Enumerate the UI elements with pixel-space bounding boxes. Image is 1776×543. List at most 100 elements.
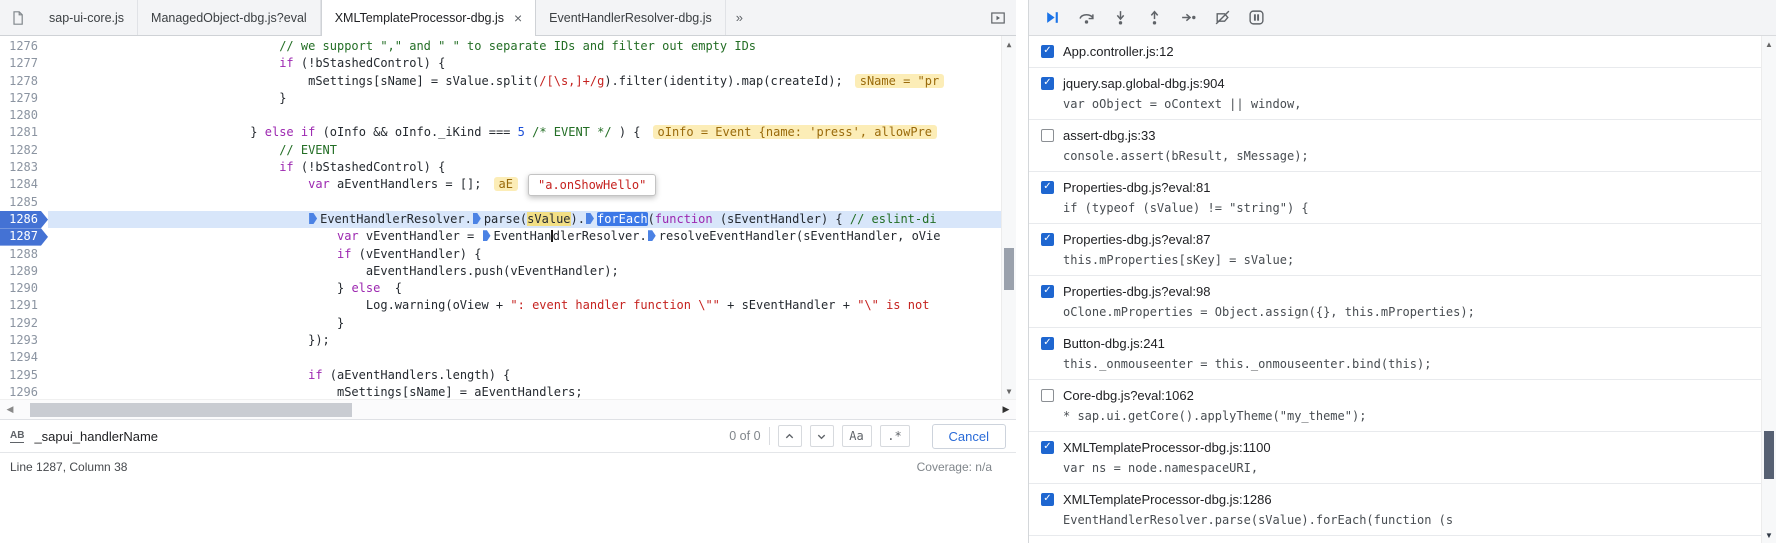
gutter[interactable]: 1276 1277 1278 1279 1280 1281 1282 1283 1284 1285… <box>0 36 48 399</box>
breakpoint-checkbox[interactable]: ✓ <box>1041 232 1054 246</box>
code-line[interactable]: if (vEventHandler) { <box>48 246 1001 263</box>
deactivate-breakpoints-icon[interactable] <box>1209 5 1235 31</box>
pause-on-exceptions-icon[interactable] <box>1243 5 1269 31</box>
breakpoint-entry[interactable]: assert-dbg.js:33 console.assert(bResult, … <box>1029 120 1761 172</box>
step-icon[interactable] <box>1175 5 1201 31</box>
tab-xmltemplateprocessor[interactable]: XMLTemplateProcessor-dbg.js × <box>320 0 537 36</box>
breakpoint-entry[interactable]: ✓ Properties-dbg.js?eval:81 if (typeof (sV… <box>1029 172 1761 224</box>
code-line[interactable]: EventHandlerResolver. parse(sValue). forEa… <box>48 210 1001 229</box>
code-line[interactable]: aEventHandlers.push(vEventHandler); <box>48 263 1001 280</box>
code-line[interactable]: if (!bStashedControl) { <box>48 159 1001 176</box>
tab-managedobject[interactable]: ManagedObject-dbg.js?eval <box>138 0 321 35</box>
code-line[interactable]: } <box>48 315 1001 332</box>
code-editor[interactable]: 1276 1277 1278 1279 1280 1281 1282 1283 1284 1285… <box>0 36 1016 399</box>
breakpoint-checkbox[interactable] <box>1041 128 1054 142</box>
breakpoint-entry[interactable]: ✓ jquery.sap.global-dbg.js:904 var oObject… <box>1029 68 1761 120</box>
inline-breakpoint-icon[interactable] <box>585 212 594 224</box>
tab-sap-ui-core[interactable]: sap-ui-core.js <box>36 0 139 35</box>
inline-breakpoint-icon[interactable] <box>647 230 656 242</box>
regex-button[interactable]: .* <box>879 425 910 447</box>
inline-breakpoint-icon[interactable] <box>472 212 481 224</box>
line-number[interactable]: 1278 <box>0 73 48 90</box>
breakpoint-line-number[interactable]: 1286 <box>0 211 48 228</box>
line-number[interactable]: 1294 <box>0 349 48 366</box>
line-number[interactable]: 1276 <box>0 38 48 55</box>
vertical-scroll-thumb[interactable] <box>1004 248 1014 290</box>
line-number[interactable]: 1293 <box>0 332 48 349</box>
breakpoint-checkbox[interactable]: ✓ <box>1041 440 1054 454</box>
code-lines[interactable]: // we support "," and " " to separate ID… <box>48 36 1001 399</box>
resume-icon[interactable] <box>1039 5 1065 31</box>
line-number[interactable]: 1281 <box>0 124 48 141</box>
code-line[interactable]: }); <box>48 332 1001 349</box>
code-line[interactable]: // we support "," and " " to separate ID… <box>48 38 1001 55</box>
line-number[interactable]: 1282 <box>0 142 48 159</box>
breakpoint-entry[interactable]: ✓ XMLTemplateProcessor-dbg.js:1286 EventHa… <box>1029 484 1761 536</box>
tab-eventhandlerresolver[interactable]: EventHandlerResolver-dbg.js <box>536 0 726 35</box>
step-out-icon[interactable] <box>1141 5 1167 31</box>
breakpoint-entry[interactable]: ✓ Properties-dbg.js?eval:87 this.mProperti… <box>1029 224 1761 276</box>
breakpoint-line-number[interactable]: 1287 <box>0 228 48 245</box>
code-line[interactable] <box>48 107 1001 124</box>
code-line[interactable] <box>48 349 1001 366</box>
editor-vertical-scrollbar[interactable]: ▲ ▼ <box>1001 36 1016 399</box>
scroll-right-icon[interactable]: ▶ <box>996 400 1016 419</box>
code-line[interactable]: mSettings[sName] = aEventHandlers; <box>48 384 1001 399</box>
breakpoint-checkbox[interactable]: ✓ <box>1041 180 1054 194</box>
breakpoint-entry[interactable]: Core-dbg.js?eval:1062 * sap.ui.getCore().… <box>1029 380 1761 432</box>
code-line[interactable]: if (aEventHandlers.length) { <box>48 367 1001 384</box>
line-number[interactable]: 1288 <box>0 246 48 263</box>
horizontal-scroll-thumb[interactable] <box>30 403 352 417</box>
breakpoints-scroll-thumb[interactable] <box>1764 431 1774 479</box>
editor-horizontal-scrollbar[interactable]: ◀ ▶ <box>0 399 1016 419</box>
tab-overflow-chevron[interactable]: » <box>726 0 753 35</box>
next-match-button[interactable] <box>809 425 834 447</box>
breakpoint-entry[interactable]: ✓ Properties-dbg.js?eval:98 oClone.mProper… <box>1029 276 1761 328</box>
step-over-icon[interactable] <box>1073 5 1099 31</box>
breakpoint-entry[interactable]: ✓ XMLTemplateProcessor-dbg.js:1100 var ns … <box>1029 432 1761 484</box>
pane-splitter[interactable] <box>1016 0 1028 543</box>
scroll-left-icon[interactable]: ◀ <box>0 400 20 419</box>
code-line[interactable]: var vEventHandler = EventHan dlerResolver… <box>48 228 1001 245</box>
breakpoints-scrollbar[interactable]: ▲ ▼ <box>1761 36 1776 543</box>
line-number[interactable]: 1291 <box>0 297 48 314</box>
code-line[interactable]: if (!bStashedControl) { <box>48 55 1001 72</box>
line-number[interactable]: 1295 <box>0 367 48 384</box>
line-number[interactable]: 1289 <box>0 263 48 280</box>
file-icon[interactable] <box>0 0 36 35</box>
breakpoint-entry[interactable]: ✓ App.controller.js:12 <box>1029 36 1761 68</box>
scroll-down-icon[interactable]: ▼ <box>1762 527 1776 543</box>
line-number[interactable]: 1283 <box>0 159 48 176</box>
search-input[interactable] <box>32 427 722 445</box>
code-line[interactable]: } <box>48 90 1001 107</box>
line-number[interactable]: 1296 <box>0 384 48 399</box>
step-into-icon[interactable] <box>1107 5 1133 31</box>
code-line[interactable]: // EVENT <box>48 142 1001 159</box>
line-number[interactable]: 1292 <box>0 315 48 332</box>
inline-breakpoint-icon[interactable] <box>482 230 491 242</box>
inline-breakpoint-icon[interactable] <box>309 212 318 224</box>
line-number[interactable]: 1280 <box>0 107 48 124</box>
code-line[interactable]: mSettings[sName] = sValue.split(/[\s,]+/… <box>48 73 1001 90</box>
line-number[interactable]: 1279 <box>0 90 48 107</box>
breakpoint-checkbox[interactable]: ✓ <box>1041 44 1054 58</box>
breakpoint-checkbox[interactable]: ✓ <box>1041 492 1054 506</box>
scroll-up-icon[interactable]: ▲ <box>1002 36 1016 52</box>
scroll-up-icon[interactable]: ▲ <box>1762 36 1776 52</box>
breakpoint-checkbox[interactable] <box>1041 388 1054 402</box>
close-icon[interactable]: × <box>514 11 522 25</box>
line-number[interactable]: 1290 <box>0 280 48 297</box>
line-number[interactable]: 1285 <box>0 194 48 211</box>
scroll-down-icon[interactable]: ▼ <box>1002 383 1016 399</box>
code-line[interactable]: var aEventHandlers = []; aE <box>48 176 1001 193</box>
panel-toggle-icon[interactable] <box>980 0 1016 35</box>
code-line[interactable]: Log.warning(oView + ": event handler fun… <box>48 297 1001 314</box>
breakpoint-checkbox[interactable]: ✓ <box>1041 284 1054 298</box>
code-line[interactable]: } else if (oInfo && oInfo._iKind === 5 /… <box>48 124 1001 141</box>
breakpoint-entry[interactable]: ✓ Button-dbg.js:241 this._onmouseenter = t… <box>1029 328 1761 380</box>
code-line[interactable]: } else { <box>48 280 1001 297</box>
line-number[interactable]: 1284 <box>0 176 48 193</box>
match-case-button[interactable]: Aa <box>841 425 872 447</box>
code-line[interactable] <box>48 194 1001 211</box>
cancel-button[interactable]: Cancel <box>931 423 1006 449</box>
